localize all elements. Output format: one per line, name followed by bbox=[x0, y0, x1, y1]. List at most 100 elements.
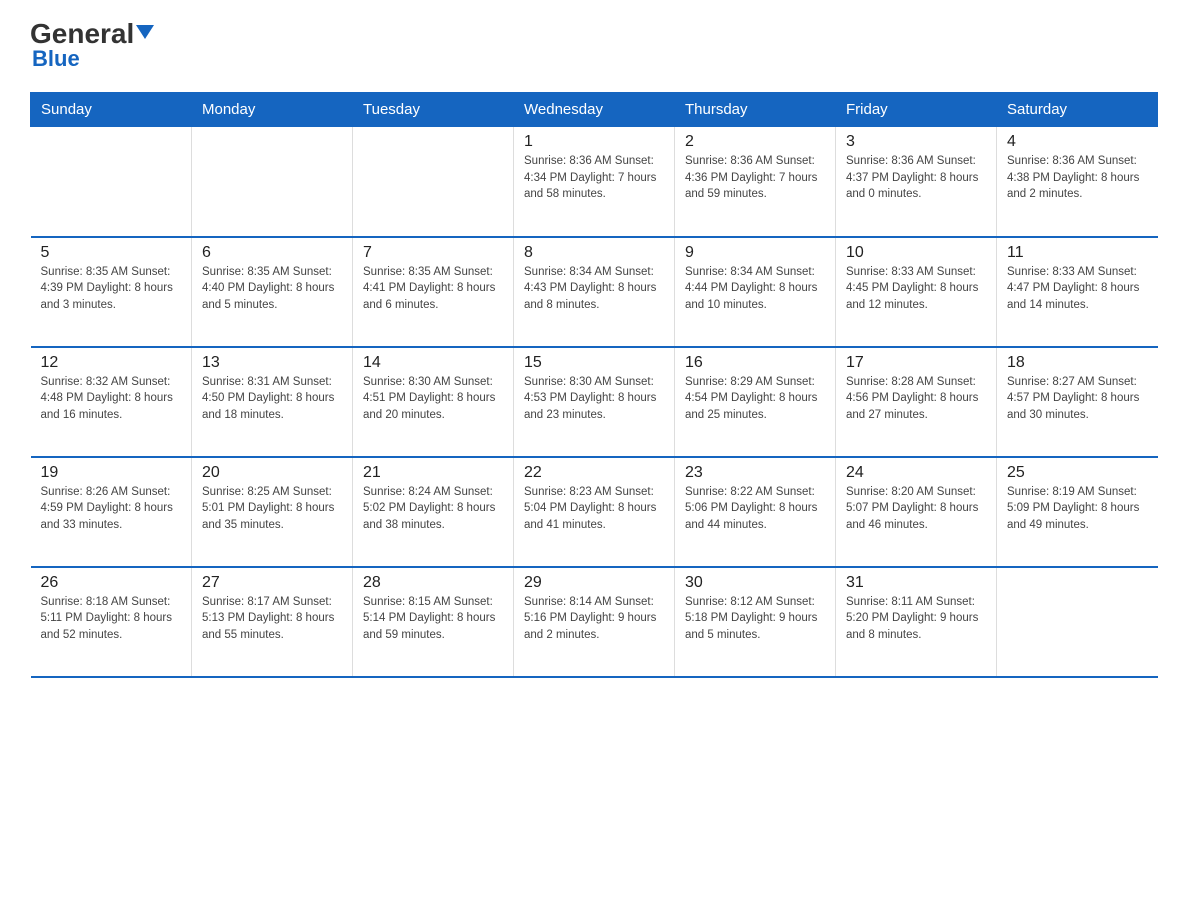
calendar-cell: 2 Sunrise: 8:36 AM Sunset: 4:36 PM Daylig… bbox=[675, 127, 836, 237]
day-info: Sunrise: 8:27 AM Sunset: 4:57 PM Dayligh… bbox=[1007, 374, 1148, 424]
day-info: Sunrise: 8:23 AM Sunset: 5:04 PM Dayligh… bbox=[524, 484, 664, 534]
day-number: 4 bbox=[1007, 133, 1148, 151]
day-number: 25 bbox=[1007, 464, 1148, 482]
day-number: 16 bbox=[685, 354, 825, 372]
day-number: 26 bbox=[41, 574, 182, 592]
day-number: 29 bbox=[524, 574, 664, 592]
day-number: 19 bbox=[41, 464, 182, 482]
calendar-cell: 7Sunrise: 8:35 AM Sunset: 4:41 PM Daylig… bbox=[353, 237, 514, 347]
day-info: Sunrise: 8:32 AM Sunset: 4:48 PM Dayligh… bbox=[41, 374, 182, 424]
day-number: 6 bbox=[202, 244, 342, 262]
day-info: Sunrise: 8:36 AM Sunset: 4:36 PM Dayligh… bbox=[685, 153, 825, 203]
day-info: Sunrise: 8:22 AM Sunset: 5:06 PM Dayligh… bbox=[685, 484, 825, 534]
day-number: 15 bbox=[524, 354, 664, 372]
calendar-cell: 15 Sunrise: 8:30 AM Sunset: 4:53 PM Dayli… bbox=[514, 347, 675, 457]
day-of-week-header: Tuesday bbox=[353, 93, 514, 127]
calendar-week-row: 26 Sunrise: 8:18 AM Sunset: 5:11 PM Dayli… bbox=[31, 567, 1158, 677]
day-info: Sunrise: 8:33 AM Sunset: 4:45 PM Dayligh… bbox=[846, 264, 986, 314]
day-info: Sunrise: 8:18 AM Sunset: 5:11 PM Dayligh… bbox=[41, 594, 182, 644]
day-info: Sunrise: 8:17 AM Sunset: 5:13 PM Dayligh… bbox=[202, 594, 342, 644]
day-info: Sunrise: 8:29 AM Sunset: 4:54 PM Dayligh… bbox=[685, 374, 825, 424]
day-info: Sunrise: 8:31 AM Sunset: 4:50 PM Dayligh… bbox=[202, 374, 342, 424]
calendar-cell: 9Sunrise: 8:34 AM Sunset: 4:44 PM Daylig… bbox=[675, 237, 836, 347]
day-number: 14 bbox=[363, 354, 503, 372]
day-number: 20 bbox=[202, 464, 342, 482]
calendar-cell: 31 Sunrise: 8:11 AM Sunset: 5:20 PM Dayli… bbox=[836, 567, 997, 677]
day-info: Sunrise: 8:28 AM Sunset: 4:56 PM Dayligh… bbox=[846, 374, 986, 424]
calendar-cell: 30 Sunrise: 8:12 AM Sunset: 5:18 PM Dayli… bbox=[675, 567, 836, 677]
day-number: 10 bbox=[846, 244, 986, 262]
calendar-cell: 27 Sunrise: 8:17 AM Sunset: 5:13 PM Dayli… bbox=[192, 567, 353, 677]
calendar-cell bbox=[192, 127, 353, 237]
calendar-cell: 8Sunrise: 8:34 AM Sunset: 4:43 PM Daylig… bbox=[514, 237, 675, 347]
calendar-week-row: 19 Sunrise: 8:26 AM Sunset: 4:59 PM Dayli… bbox=[31, 457, 1158, 567]
day-info: Sunrise: 8:36 AM Sunset: 4:37 PM Dayligh… bbox=[846, 153, 986, 203]
calendar-cell: 28 Sunrise: 8:15 AM Sunset: 5:14 PM Dayli… bbox=[353, 567, 514, 677]
calendar-cell: 4 Sunrise: 8:36 AM Sunset: 4:38 PM Daylig… bbox=[997, 127, 1158, 237]
calendar-week-row: 5Sunrise: 8:35 AM Sunset: 4:39 PM Daylig… bbox=[31, 237, 1158, 347]
logo-blue: Blue bbox=[32, 46, 80, 72]
day-info: Sunrise: 8:20 AM Sunset: 5:07 PM Dayligh… bbox=[846, 484, 986, 534]
calendar-cell: 12 Sunrise: 8:32 AM Sunset: 4:48 PM Dayli… bbox=[31, 347, 192, 457]
calendar-cell: 10 Sunrise: 8:33 AM Sunset: 4:45 PM Dayli… bbox=[836, 237, 997, 347]
day-number: 17 bbox=[846, 354, 986, 372]
day-of-week-header: Saturday bbox=[997, 93, 1158, 127]
calendar-cell: 11 Sunrise: 8:33 AM Sunset: 4:47 PM Dayli… bbox=[997, 237, 1158, 347]
calendar-cell: 29 Sunrise: 8:14 AM Sunset: 5:16 PM Dayli… bbox=[514, 567, 675, 677]
day-of-week-header: Monday bbox=[192, 93, 353, 127]
day-info: Sunrise: 8:25 AM Sunset: 5:01 PM Dayligh… bbox=[202, 484, 342, 534]
day-info: Sunrise: 8:12 AM Sunset: 5:18 PM Dayligh… bbox=[685, 594, 825, 644]
day-number: 7 bbox=[363, 244, 503, 262]
day-number: 21 bbox=[363, 464, 503, 482]
day-number: 12 bbox=[41, 354, 182, 372]
day-info: Sunrise: 8:36 AM Sunset: 4:38 PM Dayligh… bbox=[1007, 153, 1148, 203]
day-number: 8 bbox=[524, 244, 664, 262]
day-number: 2 bbox=[685, 133, 825, 151]
day-number: 27 bbox=[202, 574, 342, 592]
day-number: 13 bbox=[202, 354, 342, 372]
day-number: 31 bbox=[846, 574, 986, 592]
day-number: 3 bbox=[846, 133, 986, 151]
day-number: 1 bbox=[524, 133, 664, 151]
calendar-cell: 25Sunrise: 8:19 AM Sunset: 5:09 PM Dayli… bbox=[997, 457, 1158, 567]
day-info: Sunrise: 8:15 AM Sunset: 5:14 PM Dayligh… bbox=[363, 594, 503, 644]
calendar-cell: 5Sunrise: 8:35 AM Sunset: 4:39 PM Daylig… bbox=[31, 237, 192, 347]
day-info: Sunrise: 8:14 AM Sunset: 5:16 PM Dayligh… bbox=[524, 594, 664, 644]
calendar-cell: 14 Sunrise: 8:30 AM Sunset: 4:51 PM Dayli… bbox=[353, 347, 514, 457]
day-of-week-header: Wednesday bbox=[514, 93, 675, 127]
day-number: 18 bbox=[1007, 354, 1148, 372]
logo: General Blue bbox=[30, 20, 154, 72]
day-info: Sunrise: 8:30 AM Sunset: 4:53 PM Dayligh… bbox=[524, 374, 664, 424]
calendar-cell: 23Sunrise: 8:22 AM Sunset: 5:06 PM Dayli… bbox=[675, 457, 836, 567]
calendar-cell bbox=[31, 127, 192, 237]
calendar-cell: 21 Sunrise: 8:24 AM Sunset: 5:02 PM Dayli… bbox=[353, 457, 514, 567]
day-of-week-header: Thursday bbox=[675, 93, 836, 127]
day-info: Sunrise: 8:24 AM Sunset: 5:02 PM Dayligh… bbox=[363, 484, 503, 534]
day-info: Sunrise: 8:36 AM Sunset: 4:34 PM Dayligh… bbox=[524, 153, 664, 203]
day-of-week-header: Sunday bbox=[31, 93, 192, 127]
calendar-week-row: 1 Sunrise: 8:36 AM Sunset: 4:34 PM Daylig… bbox=[31, 127, 1158, 237]
calendar-cell: 16 Sunrise: 8:29 AM Sunset: 4:54 PM Dayli… bbox=[675, 347, 836, 457]
day-number: 28 bbox=[363, 574, 503, 592]
logo-general: General bbox=[30, 20, 154, 48]
calendar-cell: 3 Sunrise: 8:36 AM Sunset: 4:37 PM Daylig… bbox=[836, 127, 997, 237]
day-info: Sunrise: 8:26 AM Sunset: 4:59 PM Dayligh… bbox=[41, 484, 182, 534]
day-info: Sunrise: 8:11 AM Sunset: 5:20 PM Dayligh… bbox=[846, 594, 986, 644]
day-info: Sunrise: 8:34 AM Sunset: 4:44 PM Dayligh… bbox=[685, 264, 825, 314]
day-info: Sunrise: 8:35 AM Sunset: 4:40 PM Dayligh… bbox=[202, 264, 342, 314]
calendar-header-row: SundayMondayTuesdayWednesdayThursdayFrid… bbox=[31, 93, 1158, 127]
day-number: 24 bbox=[846, 464, 986, 482]
day-of-week-header: Friday bbox=[836, 93, 997, 127]
page-header: General Blue bbox=[30, 20, 1158, 72]
logo-triangle-icon bbox=[136, 25, 154, 39]
day-number: 22 bbox=[524, 464, 664, 482]
calendar-cell bbox=[353, 127, 514, 237]
calendar-cell: 6 Sunrise: 8:35 AM Sunset: 4:40 PM Daylig… bbox=[192, 237, 353, 347]
day-info: Sunrise: 8:30 AM Sunset: 4:51 PM Dayligh… bbox=[363, 374, 503, 424]
calendar-week-row: 12 Sunrise: 8:32 AM Sunset: 4:48 PM Dayli… bbox=[31, 347, 1158, 457]
day-info: Sunrise: 8:35 AM Sunset: 4:39 PM Dayligh… bbox=[41, 264, 182, 314]
calendar-cell: 1 Sunrise: 8:36 AM Sunset: 4:34 PM Daylig… bbox=[514, 127, 675, 237]
day-number: 11 bbox=[1007, 244, 1148, 262]
day-info: Sunrise: 8:33 AM Sunset: 4:47 PM Dayligh… bbox=[1007, 264, 1148, 314]
day-number: 30 bbox=[685, 574, 825, 592]
